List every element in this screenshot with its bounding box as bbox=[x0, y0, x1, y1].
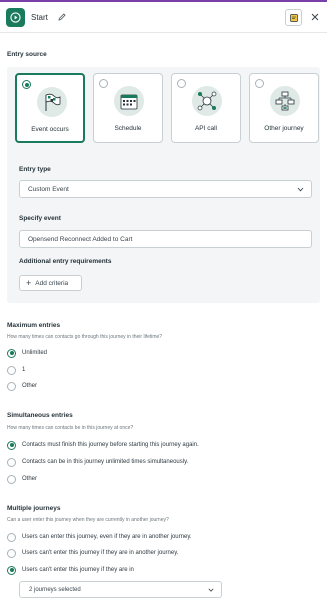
journeys-select-value: 2 journeys selected bbox=[29, 587, 81, 593]
maximum-entries-title: Maximum entries bbox=[7, 322, 61, 329]
entry-type-select[interactable]: Custom Event bbox=[19, 180, 312, 198]
option-label: Contacts can be in this journey unlimite… bbox=[22, 459, 189, 465]
option-label: Contacts must finish this journey before… bbox=[22, 442, 199, 448]
option-label: Users can enter this journey, even if th… bbox=[22, 534, 192, 540]
start-node-badge bbox=[6, 8, 25, 27]
radio[interactable] bbox=[7, 457, 16, 467]
multiple-journeys-option[interactable]: Users can enter this journey, even if th… bbox=[7, 532, 192, 542]
option-label: Other bbox=[22, 476, 38, 482]
radio-selected[interactable] bbox=[7, 565, 16, 575]
add-criteria-label: Add criteria bbox=[35, 279, 69, 287]
multiple-journeys-help: Can a user enter this journey when they … bbox=[7, 517, 169, 523]
additional-requirements-label: Additional entry requirements bbox=[19, 258, 112, 265]
entry-card-label: Schedule bbox=[114, 125, 142, 132]
maximum-entries-option[interactable]: 1 bbox=[7, 365, 25, 375]
entry-card-radio bbox=[177, 79, 186, 88]
notes-button[interactable] bbox=[285, 9, 302, 26]
entry-card-schedule[interactable]: Schedule bbox=[93, 73, 163, 143]
radio[interactable] bbox=[7, 548, 16, 558]
page-title: Start bbox=[31, 13, 48, 22]
maximum-entries-option[interactable]: Other bbox=[7, 381, 37, 391]
simultaneous-entries-option[interactable]: Contacts must finish this journey before… bbox=[7, 440, 199, 450]
flowchart-illustration bbox=[270, 86, 300, 116]
chevron-down-icon bbox=[208, 588, 214, 592]
api-network-icon bbox=[197, 91, 217, 111]
simultaneous-entries-option[interactable]: Contacts can be in this journey unlimite… bbox=[7, 457, 188, 467]
specify-event-label: Specify event bbox=[19, 215, 61, 222]
flag-icon bbox=[45, 93, 61, 111]
play-icon bbox=[10, 12, 21, 23]
plus-icon: + bbox=[26, 277, 32, 288]
specify-event-field[interactable] bbox=[19, 230, 312, 248]
radio[interactable] bbox=[7, 474, 16, 484]
specify-event-input[interactable] bbox=[20, 231, 311, 247]
multiple-journeys-option[interactable]: Users can't enter this journey if they a… bbox=[7, 548, 178, 558]
multiple-journeys-title: Multiple journeys bbox=[7, 505, 61, 512]
event-flag-illustration bbox=[37, 87, 67, 117]
notes-icon bbox=[289, 13, 298, 22]
chevron-down-icon bbox=[297, 187, 304, 192]
entry-card-label: Other journey bbox=[264, 125, 304, 132]
radio[interactable] bbox=[7, 365, 16, 375]
entry-card-other-journey[interactable]: Other journey bbox=[249, 73, 319, 143]
calendar-icon bbox=[120, 94, 138, 110]
header-bar: Start bbox=[0, 0, 327, 33]
entry-card-radio bbox=[99, 79, 108, 88]
multiple-journeys-option[interactable]: Users can't enter this journey if they a… bbox=[7, 565, 134, 575]
network-illustration bbox=[192, 86, 222, 116]
journeys-select[interactable]: 2 journeys selected bbox=[19, 581, 222, 598]
option-label: Unlimited bbox=[22, 350, 48, 356]
entry-card-event-occurs[interactable]: Event occurs bbox=[15, 73, 85, 143]
close-icon[interactable] bbox=[310, 12, 320, 22]
simultaneous-entries-option[interactable]: Other bbox=[7, 474, 37, 484]
add-criteria-button[interactable]: + Add criteria bbox=[19, 275, 82, 291]
option-label: Users can't enter this journey if they a… bbox=[22, 550, 179, 556]
entry-source-heading: Entry source bbox=[7, 51, 47, 58]
edit-title-icon[interactable] bbox=[57, 12, 67, 22]
option-label: Users can't enter this journey if they a… bbox=[22, 567, 134, 573]
calendar-illustration bbox=[114, 86, 144, 116]
simultaneous-entries-title: Simultaneous entries bbox=[7, 412, 73, 419]
option-label: Other bbox=[22, 383, 38, 389]
entry-type-label: Entry type bbox=[19, 166, 51, 173]
entry-card-radio bbox=[22, 80, 31, 89]
entry-card-label: API call bbox=[194, 125, 218, 132]
entry-type-value: Custom Event bbox=[28, 186, 69, 193]
radio-selected[interactable] bbox=[7, 348, 16, 358]
entry-card-radio bbox=[255, 79, 264, 88]
radio[interactable] bbox=[7, 532, 16, 542]
flowchart-icon bbox=[275, 91, 295, 111]
radio[interactable] bbox=[7, 381, 16, 391]
radio-selected[interactable] bbox=[7, 440, 16, 450]
maximum-entries-help: How many times can contacts go through t… bbox=[7, 334, 163, 340]
entry-card-label: Event occurs bbox=[31, 126, 69, 133]
maximum-entries-option[interactable]: Unlimited bbox=[7, 348, 47, 358]
entry-card-api-call[interactable]: API call bbox=[171, 73, 241, 143]
simultaneous-entries-help: How many times can contacts be in this j… bbox=[7, 425, 134, 431]
option-label: 1 bbox=[22, 367, 26, 373]
